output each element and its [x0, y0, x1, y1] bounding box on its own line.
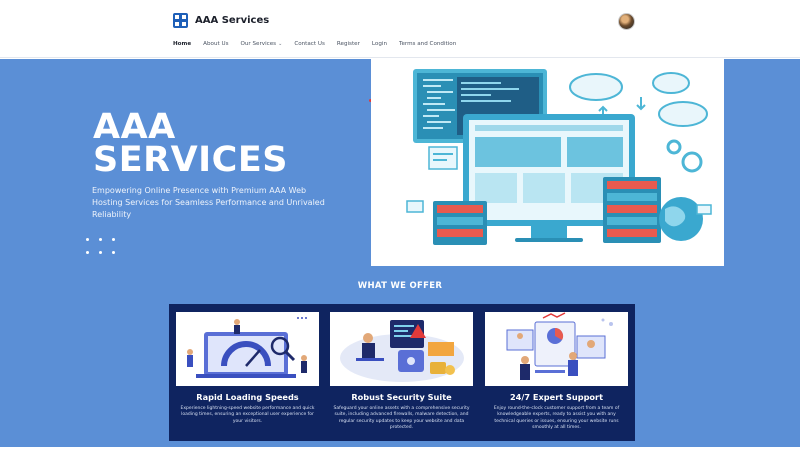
brand[interactable]: AAA Services [173, 13, 269, 28]
offer-cards: Rapid Loading Speeds Experience lightnin… [169, 304, 635, 441]
offer-card-description: Experience lightning-speed website perfo… [180, 406, 315, 424]
speedometer-illustration [176, 312, 319, 386]
hero-title: AAA SERVICES [93, 110, 363, 180]
nav-item-our-services-label: Our Services [240, 41, 277, 47]
offer-card-title: 24/7 Expert Support [509, 392, 604, 402]
offer-card-description: Safeguard your online assets with a comp… [333, 406, 470, 431]
site-header: AAA Services Home About Us Our Services … [0, 0, 800, 58]
nav-item-contact-us[interactable]: Contact Us [294, 41, 325, 47]
nav-item-login[interactable]: Login [372, 41, 387, 47]
offer-title: WHAT WE OFFER [357, 281, 443, 291]
chevron-down-icon: ⌄ [278, 41, 283, 47]
hero-title-line2: SERVICES [93, 140, 288, 180]
nav-item-terms[interactable]: Terms and Condition [399, 41, 456, 47]
user-avatar-icon[interactable] [618, 13, 635, 30]
nav-item-our-services[interactable]: Our Services ⌄ [240, 41, 282, 47]
support-team-illustration [485, 312, 628, 386]
hero-section: AAA SERVICES Empowering Online Presence … [0, 59, 800, 266]
nav-item-about-us[interactable]: About Us [203, 41, 228, 47]
offer-card-security[interactable]: Robust Security Suite Safeguard your onl… [330, 312, 473, 432]
offer-card-title: Rapid Loading Speeds [196, 392, 299, 402]
grid-logo-icon [173, 13, 188, 28]
main-nav: Home About Us Our Services ⌄ Contact Us … [173, 41, 468, 47]
offer-card-description: Enjoy round-the-clock customer support f… [493, 406, 620, 431]
security-illustration [330, 312, 473, 386]
carousel-dots[interactable] [86, 238, 118, 258]
brand-name: AAA Services [195, 15, 270, 26]
nav-item-home[interactable]: Home [173, 41, 191, 47]
offer-section: WHAT WE OFFER Rapid Loading Speeds Exper… [0, 266, 800, 450]
nav-item-register[interactable]: Register [337, 41, 360, 47]
offer-card-title: Robust Security Suite [351, 392, 452, 402]
hero-subtitle: Empowering Online Presence with Premium … [92, 186, 325, 219]
hero-text-panel: AAA SERVICES Empowering Online Presence … [80, 59, 370, 266]
web-hosting-illustration [371, 59, 724, 266]
page: AAA Services Home About Us Our Services … [0, 0, 800, 450]
offer-card-rapid-loading[interactable]: Rapid Loading Speeds Experience lightnin… [176, 312, 319, 425]
offer-card-support[interactable]: 24/7 Expert Support Enjoy round-the-cloc… [485, 312, 628, 432]
